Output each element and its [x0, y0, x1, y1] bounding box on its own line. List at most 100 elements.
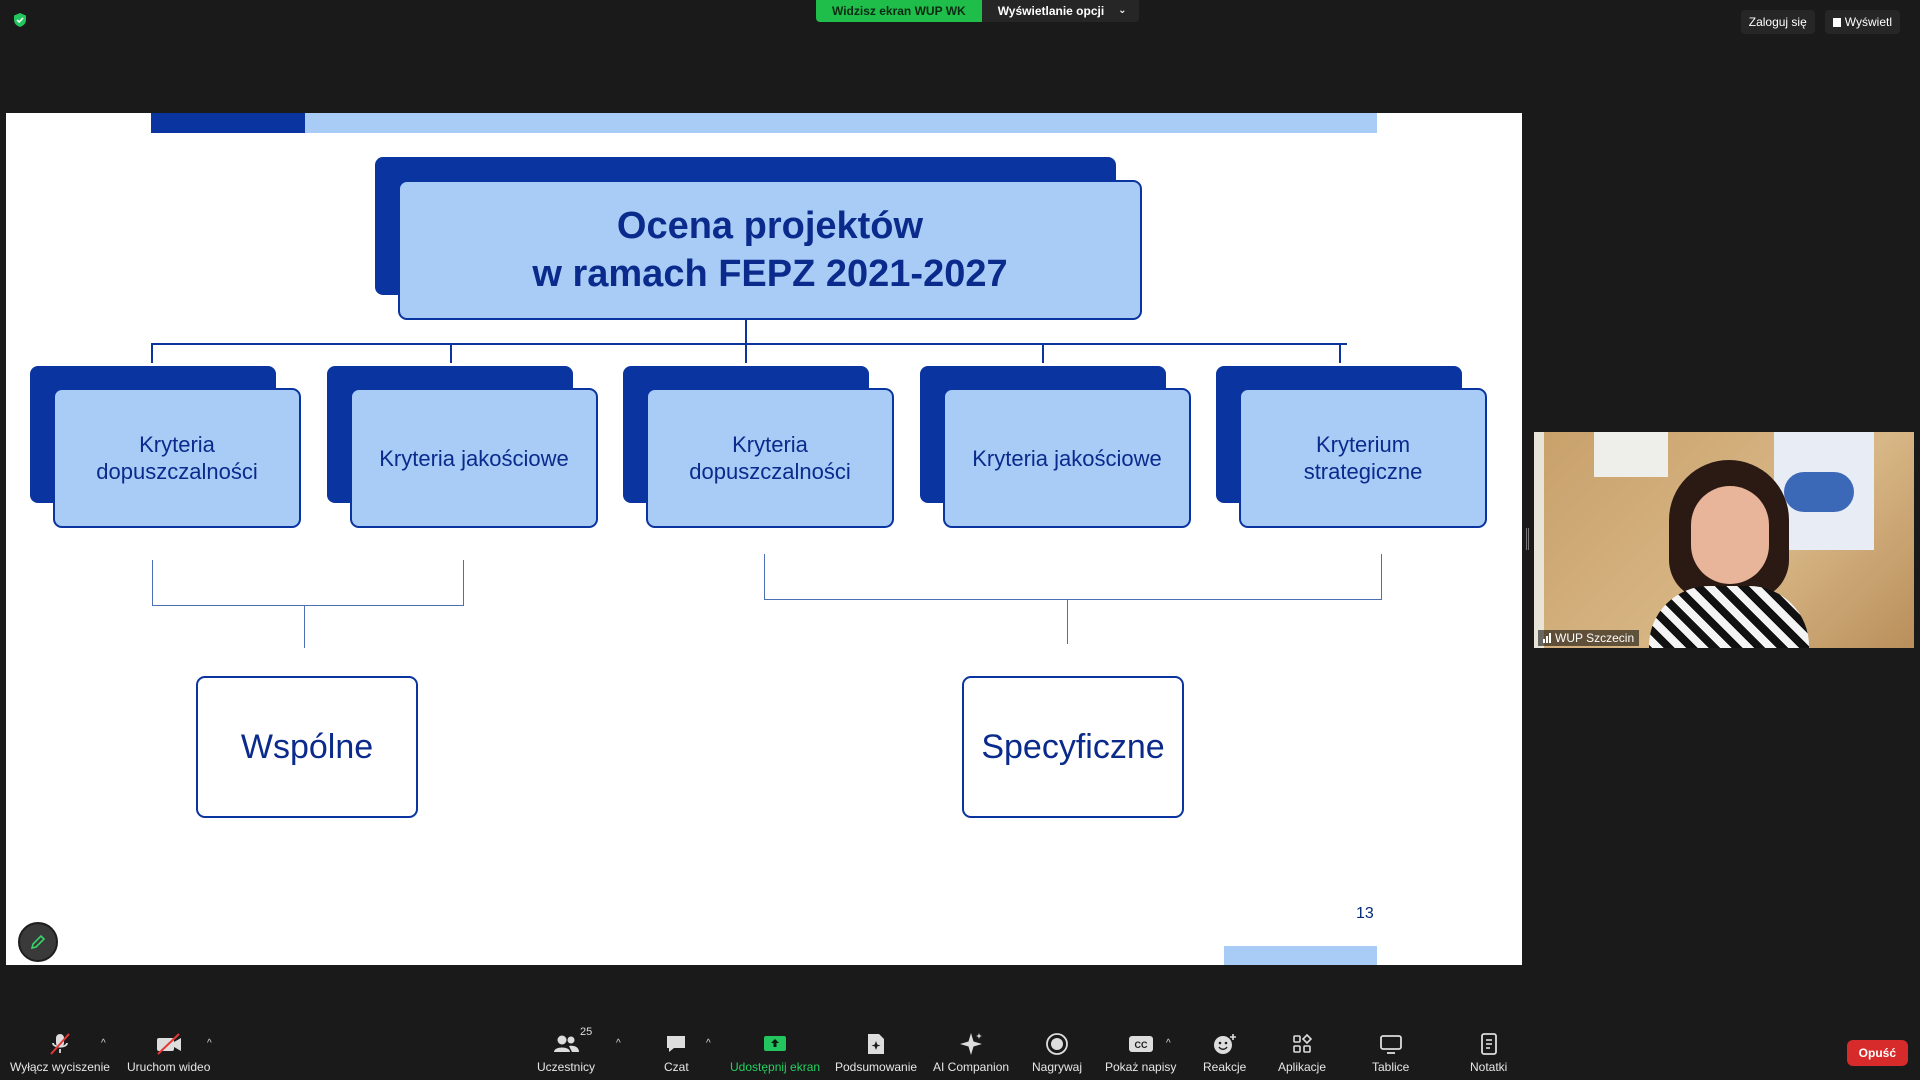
criteria-1-line1: Kryteria [139, 432, 215, 457]
summary-label: Podsumowanie [835, 1060, 918, 1074]
slide-bottom-band [1224, 946, 1377, 965]
participants-options-caret-icon[interactable]: ^ [616, 1038, 621, 1049]
record-label: Nagrywaj [1032, 1060, 1083, 1074]
specific-bracket-right [1381, 554, 1382, 599]
ai-companion-button[interactable]: AI Companion [933, 1030, 1009, 1074]
common-bracket-bottom [152, 605, 464, 606]
closed-captions-icon: CC [1128, 1036, 1153, 1052]
share-screen-button[interactable]: Udostępnij ekran [730, 1030, 820, 1074]
chevron-down-icon: ⌄ [1118, 5, 1127, 16]
participants-count: 25 [580, 1026, 593, 1038]
common-bracket-right [463, 560, 464, 605]
participants-button[interactable]: 25 Uczestnicy [537, 1026, 596, 1074]
share-screen-label: Udostępnij ekran [730, 1060, 821, 1074]
svg-text:CC: CC [1134, 1040, 1147, 1050]
participant-name: WUP Szczecin [1555, 631, 1635, 645]
common-bracket-left [152, 560, 153, 605]
apps-label: Aplikacje [1278, 1060, 1327, 1074]
summary-button[interactable]: Podsumowanie [835, 1030, 917, 1074]
mute-options-caret-icon[interactable]: ^ [101, 1038, 106, 1049]
view-label: Wyświetl [1844, 15, 1892, 29]
criteria-box-1: Kryteria dopuszczalności [53, 388, 301, 528]
common-box: Wspólne [196, 676, 418, 818]
video-door-frame [1534, 432, 1544, 648]
view-layout-icon [1832, 18, 1841, 27]
record-icon [1046, 1033, 1068, 1055]
captions-options-caret-icon[interactable]: ^ [1166, 1038, 1171, 1049]
slide-page-number: 13 [1356, 905, 1374, 922]
slide-title-line1: Ocena projektów [616, 205, 924, 247]
criteria-1-line2: dopuszczalności [96, 459, 258, 484]
branch-connector-4 [1042, 343, 1044, 363]
notes-label: Notatki [1470, 1060, 1508, 1074]
show-captions-label: Pokaż napisy [1105, 1060, 1177, 1074]
notes-button[interactable]: Notatki [1470, 1030, 1507, 1074]
reactions-button[interactable]: Reakcje [1203, 1030, 1246, 1074]
slide-top-band-dark [151, 113, 305, 133]
security-shield-icon[interactable] [12, 12, 28, 28]
show-captions-button[interactable]: CC Pokaż napisy [1105, 1030, 1176, 1074]
reactions-label: Reakcje [1203, 1060, 1247, 1074]
horizontal-connector [151, 343, 1347, 345]
whiteboards-button[interactable]: Tablice [1372, 1030, 1409, 1074]
title-box: Ocena projektów w ramach FEPZ 2021-2027 [398, 180, 1142, 320]
chat-icon [667, 1036, 686, 1052]
participant-image [1649, 460, 1809, 648]
shared-slide: Ocena projektów w ramach FEPZ 2021-2027 … [6, 113, 1522, 965]
apps-button[interactable]: Aplikacje [1278, 1030, 1326, 1074]
mute-button[interactable]: Wyłącz wyciszenie [10, 1030, 110, 1074]
slide-title-line2: w ramach FEPZ 2021-2027 [532, 253, 1008, 295]
pencil-icon [30, 934, 46, 950]
ai-sparkle-icon [960, 1033, 983, 1055]
chat-label: Czat [664, 1060, 689, 1074]
start-video-button[interactable]: Uruchom wideo [127, 1030, 210, 1074]
whiteboard-icon [1379, 1035, 1402, 1054]
criteria-3-line1: Kryteria [732, 432, 808, 457]
criteria-3-line2: dopuszczalności [689, 459, 851, 484]
participant-name-tag: WUP Szczecin [1538, 630, 1640, 646]
share-screen-icon [764, 1036, 787, 1051]
participants-label: Uczestnicy [537, 1060, 596, 1074]
criteria-2-line1: Kryteria jakościowe [379, 445, 569, 471]
video-camera-off-icon [156, 1033, 181, 1055]
microphone-muted-icon [50, 1033, 70, 1055]
specific-bracket-bottom [764, 599, 1382, 600]
notes-icon [1480, 1033, 1497, 1055]
criteria-4-line1: Kryteria jakościowe [972, 445, 1162, 471]
participants-icon [554, 1035, 579, 1052]
specific-box: Specyficzne [962, 676, 1184, 818]
common-bracket-stem [304, 605, 305, 648]
criteria-box-2: Kryteria jakościowe [350, 388, 598, 528]
video-options-caret-icon[interactable]: ^ [207, 1038, 212, 1049]
leave-meeting-button[interactable]: Opuść [1846, 1040, 1908, 1066]
branch-connector-5 [1339, 343, 1341, 363]
apps-icon [1293, 1033, 1313, 1053]
start-video-label: Uruchom wideo [127, 1060, 211, 1074]
annotate-pen-button[interactable] [18, 922, 58, 962]
participant-video-tile[interactable]: WUP Szczecin [1534, 432, 1914, 648]
specific-bracket-left [764, 554, 765, 599]
summary-icon [868, 1034, 885, 1054]
chat-button[interactable]: Czat [664, 1030, 689, 1074]
view-options-menu[interactable]: Wyświetlanie opcji ⌄ [981, 0, 1139, 22]
chat-options-caret-icon[interactable]: ^ [706, 1038, 711, 1049]
meeting-toolbar: Wyłącz wyciszenie ^ Uruchom wideo ^ 25 U… [0, 1020, 1920, 1080]
criteria-box-5: Kryterium strategiczne [1239, 388, 1487, 528]
slide-top-band-light [305, 113, 1377, 133]
view-button[interactable]: Wyświetl [1824, 10, 1900, 34]
signal-strength-icon [1543, 633, 1551, 643]
criteria-5-line2: strategiczne [1303, 459, 1423, 484]
criteria-box-4: Kryteria jakościowe [943, 388, 1191, 528]
record-button[interactable]: Nagrywaj [1032, 1030, 1082, 1074]
screen-share-banner: Widzisz ekran WUP WK Wyświetlanie opcji … [816, 0, 1139, 22]
specific-bracket-stem [1067, 599, 1068, 644]
top-right-controls: Zaloguj się Wyświetl [1740, 10, 1900, 34]
ai-companion-label: AI Companion [933, 1060, 1010, 1074]
branch-connector-3 [745, 343, 747, 363]
whiteboards-label: Tablice [1372, 1060, 1410, 1074]
branch-connector-1 [151, 343, 153, 363]
view-options-label: Wyświetlanie opcji [997, 4, 1105, 18]
sign-in-button[interactable]: Zaloguj się [1740, 10, 1815, 34]
panel-resize-handle[interactable] [1526, 528, 1529, 550]
criteria-box-3: Kryteria dopuszczalności [646, 388, 894, 528]
